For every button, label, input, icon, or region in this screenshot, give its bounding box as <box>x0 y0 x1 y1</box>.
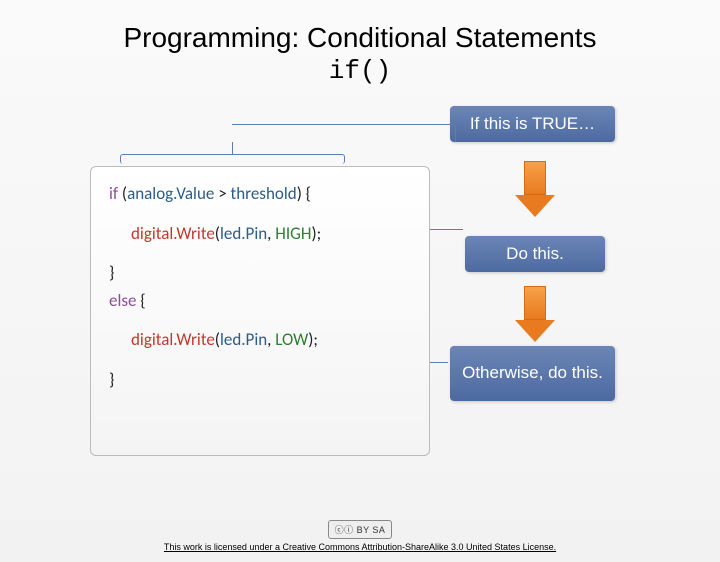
code-line-closebrace: } <box>109 260 411 286</box>
cc-badge-icon: ⓒⓘ BY SA <box>328 520 393 539</box>
code-line-final-brace: } <box>109 367 411 393</box>
footer: ⓒⓘ BY SA This work is licensed under a C… <box>0 520 720 552</box>
code-line-if: if (analog.Value > threshold) { <box>109 181 411 207</box>
brace-close: } <box>109 262 114 283</box>
arrow-down-icon <box>515 286 555 342</box>
cond-op: > <box>214 183 230 204</box>
arrow-down-icon <box>515 161 555 217</box>
paren-close: ); <box>308 329 318 350</box>
code-line-else: else { <box>109 288 411 314</box>
license-link[interactable]: This work is licensed under a Creative C… <box>164 542 556 552</box>
callout-else: Otherwise, do this. <box>450 346 615 401</box>
brace-open: { <box>136 290 145 311</box>
arg-pin: led.Pin <box>220 223 267 244</box>
keyword-if: if <box>109 183 118 204</box>
arg-low: LOW <box>275 329 308 350</box>
code-line-then: digital.Write(led.Pin, HIGH); <box>109 221 411 247</box>
paren-open: ( <box>118 183 127 204</box>
cond-close: ) { <box>297 183 311 204</box>
fn-name: digital.Write <box>131 223 215 244</box>
page-subtitle: if() <box>0 56 720 86</box>
connector-line <box>232 142 233 154</box>
cond-lhs: analog.Value <box>127 183 214 204</box>
brace-close: } <box>109 369 114 390</box>
connector-line <box>232 124 456 142</box>
arg-pin: led.Pin <box>220 329 267 350</box>
paren-close: ); <box>311 223 321 244</box>
callout-then: Do this. <box>465 236 605 272</box>
code-line-else-body: digital.Write(led.Pin, LOW); <box>109 327 411 353</box>
bracket-condition <box>120 154 345 164</box>
arg-high: HIGH <box>275 223 311 244</box>
keyword-else: else <box>109 290 136 311</box>
callout-condition: If this is TRUE… <box>450 106 615 142</box>
fn-name: digital.Write <box>131 329 215 350</box>
page-title: Programming: Conditional Statements <box>0 22 720 54</box>
code-panel: if (analog.Value > threshold) { digital.… <box>90 166 430 456</box>
diagram-area: If this is TRUE… Do this. Otherwise, do … <box>0 86 720 506</box>
cond-rhs: threshold <box>231 183 297 204</box>
